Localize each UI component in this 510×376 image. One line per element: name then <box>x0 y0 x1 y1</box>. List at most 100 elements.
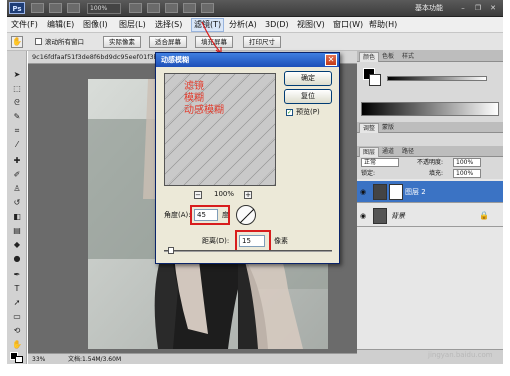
angle-dial[interactable] <box>236 205 256 225</box>
screen-mode-icon[interactable] <box>201 3 214 13</box>
menu-edit[interactable]: 编辑(E) <box>47 19 74 31</box>
close-window-button[interactable]: ✕ <box>487 3 499 14</box>
restore-button[interactable]: ❐ <box>472 3 484 14</box>
title-bar: Ps 100% 基本功能 – ❐ ✕ <box>7 0 503 17</box>
preview-label: 预览(P) <box>296 108 320 116</box>
angle-highlight <box>190 205 230 225</box>
visibility-eye-icon[interactable]: ◉ <box>360 212 366 220</box>
layer-thumbnail <box>373 208 387 224</box>
move-tool-icon[interactable]: ➤ <box>10 69 24 80</box>
menu-window[interactable]: 窗口(W) <box>333 19 363 31</box>
preview-texture <box>165 74 275 185</box>
layer-name[interactable]: 背景 <box>391 211 405 221</box>
ok-button[interactable]: 确定 <box>284 71 332 86</box>
preview-checkbox[interactable]: ✓ <box>286 109 293 116</box>
minimize-button[interactable]: – <box>457 3 469 14</box>
quick-select-tool-icon[interactable]: ✎ <box>10 111 24 122</box>
menu-file[interactable]: 文件(F) <box>11 19 38 31</box>
distance-slider-thumb[interactable] <box>168 247 174 254</box>
path-selection-tool-icon[interactable]: ➚ <box>10 297 24 308</box>
angle-label: 角度(A): <box>164 211 191 219</box>
shape-tool-icon[interactable]: ▭ <box>10 311 24 322</box>
color-slider[interactable] <box>387 76 487 81</box>
layer-row-background[interactable]: ◉ 背景 🔒 <box>357 205 503 227</box>
dial-needle-icon <box>239 208 255 224</box>
menu-layer[interactable]: 图层(L) <box>119 19 146 31</box>
workspace-switcher[interactable]: 基本功能 <box>415 3 443 14</box>
lock-label: 锁定: <box>361 170 376 177</box>
mini-bridge-icon[interactable] <box>49 3 62 13</box>
visibility-eye-icon[interactable]: ◉ <box>360 188 366 196</box>
rotate-view-icon[interactable] <box>165 3 178 13</box>
menu-3d[interactable]: 3D(D) <box>265 19 289 31</box>
status-zoom[interactable]: 33% <box>32 355 45 364</box>
crop-tool-icon[interactable]: ⌗ <box>10 125 24 136</box>
reset-button[interactable]: 复位 <box>284 89 332 104</box>
scroll-all-windows-checkbox[interactable] <box>35 38 42 45</box>
menu-help[interactable]: 帮助(H) <box>369 19 397 31</box>
gradient-tool-icon[interactable]: ▤ <box>10 225 24 236</box>
menu-select[interactable]: 选择(S) <box>155 19 182 31</box>
photoshop-logo: Ps <box>9 2 25 14</box>
pen-tool-icon[interactable]: ✒ <box>10 269 24 280</box>
distance-unit: 像素 <box>274 237 288 245</box>
preview-zoom-level: 100% <box>214 190 235 198</box>
3d-rotate-tool-icon[interactable]: ⟲ <box>10 325 24 336</box>
eraser-tool-icon[interactable]: ◧ <box>10 211 24 222</box>
arrange-documents-icon[interactable] <box>183 3 196 13</box>
zoom-tool-icon[interactable] <box>147 3 160 13</box>
tab-styles[interactable]: 样式 <box>399 52 417 61</box>
zoom-out-button[interactable]: − <box>194 191 202 199</box>
tab-color[interactable]: 颜色 <box>359 52 380 62</box>
clone-stamp-tool-icon[interactable]: ♙ <box>10 183 24 194</box>
layer-name[interactable]: 图层 2 <box>405 187 426 197</box>
tab-masks[interactable]: 蒙版 <box>379 123 397 132</box>
fill-field[interactable]: 100% <box>453 169 481 178</box>
layer-row-layer2[interactable]: ◉ 图层 2 <box>357 181 503 203</box>
type-tool-icon[interactable]: T <box>10 283 24 294</box>
panel-background-swatch[interactable] <box>369 74 381 86</box>
tab-layers[interactable]: 图层 <box>359 147 380 157</box>
blur-tool-icon[interactable]: ◆ <box>10 239 24 250</box>
watermark: jingyan.baidu.com <box>428 351 493 359</box>
filter-preview[interactable] <box>164 73 276 186</box>
tab-paths[interactable]: 路径 <box>399 147 417 156</box>
tab-channels[interactable]: 通道 <box>379 147 397 156</box>
annotation-motion-blur: 动感模糊 <box>184 105 224 116</box>
brush-tool-icon[interactable]: ✐ <box>10 169 24 180</box>
hand-tool-icon-toolbox[interactable]: ✋ <box>10 339 24 350</box>
dialog-title: 动感模糊 <box>156 53 339 67</box>
hand-tool-icon[interactable] <box>129 3 142 13</box>
view-extras-icon[interactable] <box>67 3 80 13</box>
lasso-tool-icon[interactable]: ᘓ <box>10 97 24 108</box>
distance-label: 距离(D): <box>202 237 230 245</box>
menu-view[interactable]: 视图(V) <box>297 19 325 31</box>
zoom-in-button[interactable]: + <box>244 191 252 199</box>
hand-tool-preset-icon[interactable]: ✋ <box>11 36 23 48</box>
toolbox: ➤ ⬚ ᘓ ✎ ⌗ ⁄ ✚ ✐ ♙ ↺ ◧ ▤ ◆ ● ✒ T ➚ ▭ ⟲ ✋ <box>7 51 27 364</box>
menu-image[interactable]: 图像(I) <box>83 19 108 31</box>
dialog-close-button[interactable]: ✕ <box>325 54 337 66</box>
actual-pixels-button[interactable]: 实际像素 <box>103 36 141 48</box>
background-color-swatch[interactable] <box>15 356 23 363</box>
motion-blur-dialog: 动感模糊 ✕ 滤镜 模糊 动感模糊 确定 复位 ✓ 预览(P) − 100% +… <box>155 52 340 264</box>
eyedropper-tool-icon[interactable]: ⁄ <box>10 139 24 150</box>
tab-adjustments[interactable]: 调整 <box>359 123 380 133</box>
zoom-level-select[interactable]: 100% <box>87 3 121 14</box>
right-panels: 颜色 色板 样式 调整 蒙版 图层 通道 路径 正常 不透明度: 100% 锁定… <box>357 51 503 364</box>
healing-brush-tool-icon[interactable]: ✚ <box>10 155 24 166</box>
opacity-field[interactable]: 100% <box>453 158 481 167</box>
lock-icon: 🔒 <box>479 211 489 220</box>
fit-screen-button[interactable]: 适合屏幕 <box>149 36 187 48</box>
blend-mode-select[interactable]: 正常 <box>361 158 399 167</box>
color-ramp[interactable] <box>361 102 499 116</box>
scroll-all-windows-label: 滚动所有窗口 <box>45 38 84 46</box>
dodge-tool-icon[interactable]: ● <box>10 253 24 264</box>
opacity-label: 不透明度: <box>417 159 444 166</box>
history-brush-tool-icon[interactable]: ↺ <box>10 197 24 208</box>
adjustments-panel-tabs: 调整 蒙版 <box>357 122 503 133</box>
marquee-tool-icon[interactable]: ⬚ <box>10 83 24 94</box>
distance-slider[interactable] <box>164 250 332 252</box>
bridge-icon[interactable] <box>31 3 44 13</box>
tab-swatches[interactable]: 色板 <box>379 52 397 61</box>
